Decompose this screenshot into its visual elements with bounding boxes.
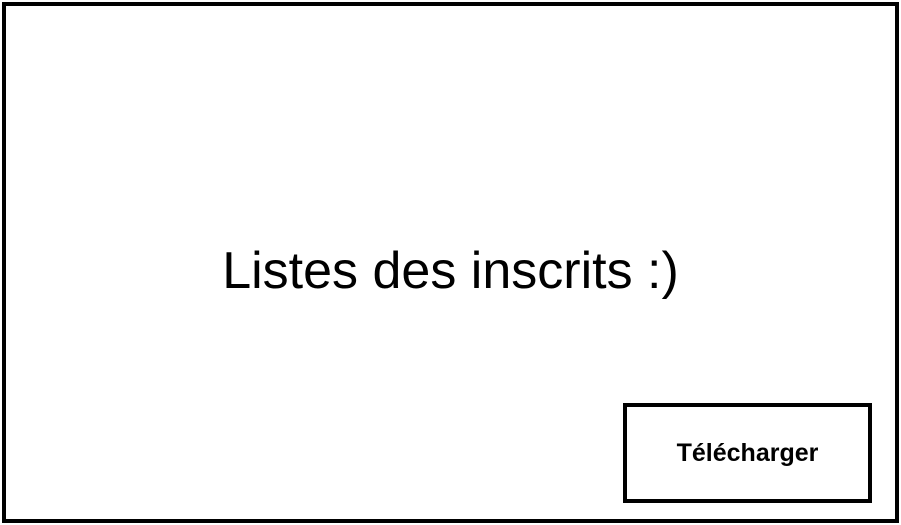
page-title: Listes des inscrits :)	[222, 242, 679, 300]
download-button[interactable]: Télécharger	[623, 403, 872, 503]
